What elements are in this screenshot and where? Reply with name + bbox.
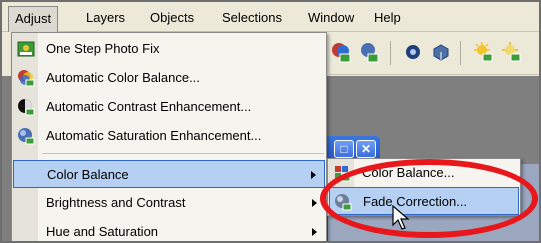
menu-selections-label: Selections bbox=[222, 10, 282, 25]
color-balance-tool-icon[interactable] bbox=[330, 41, 352, 63]
submenu-arrow-icon bbox=[312, 199, 317, 207]
menu-item-hue-and-saturation[interactable]: Hue and Saturation bbox=[13, 218, 325, 241]
toolbar-separator bbox=[460, 41, 461, 65]
menu-bar: Adjust Layers Objects Selections Window … bbox=[2, 2, 539, 32]
menu-item-label: Automatic Color Balance... bbox=[46, 70, 200, 85]
menu-layers[interactable]: Layers bbox=[80, 8, 131, 28]
menu-item-color-balance[interactable]: Color Balance bbox=[13, 160, 325, 188]
saturation-tool-icon[interactable] bbox=[358, 41, 380, 63]
menu-item-label: Brightness and Contrast bbox=[46, 195, 186, 210]
menu-window-label: Window bbox=[308, 10, 355, 25]
menu-item-label: Automatic Saturation Enhancement... bbox=[46, 128, 262, 143]
photo-fix-icon bbox=[17, 40, 35, 58]
adjust-menu: One Step Photo Fix Automatic Color Balan… bbox=[11, 32, 327, 241]
saturation-icon bbox=[17, 127, 35, 145]
menu-item-label: Automatic Contrast Enhancement... bbox=[46, 99, 252, 114]
menu-objects-label: Objects bbox=[150, 10, 195, 25]
menu-item-one-step-photo-fix[interactable]: One Step Photo Fix bbox=[13, 35, 325, 63]
menu-adjust-label: Adjust bbox=[15, 11, 52, 26]
menu-selections[interactable]: Selections bbox=[216, 8, 288, 28]
menu-item-automatic-contrast-enhancement[interactable]: Automatic Contrast Enhancement... bbox=[13, 93, 325, 121]
maximize-icon[interactable]: □ bbox=[334, 140, 354, 158]
menu-item-label: Hue and Saturation bbox=[46, 224, 159, 239]
menu-objects[interactable]: Objects bbox=[144, 8, 200, 28]
menu-item-automatic-saturation-enhancement[interactable]: Automatic Saturation Enhancement... bbox=[13, 122, 325, 150]
menu-item-brightness-and-contrast[interactable]: Brightness and Contrast bbox=[13, 189, 325, 217]
menu-help[interactable]: Help bbox=[368, 8, 407, 28]
menu-item-label: One Step Photo Fix bbox=[46, 41, 160, 56]
contrast-icon bbox=[17, 98, 35, 116]
toolbar bbox=[330, 33, 539, 75]
brightness-auto-tool-icon[interactable] bbox=[500, 41, 522, 63]
menu-window[interactable]: Window bbox=[302, 8, 360, 28]
brightness-tool-icon[interactable] bbox=[472, 41, 494, 63]
menu-item-label: Color Balance bbox=[47, 167, 129, 182]
menu-help-label: Help bbox=[374, 10, 401, 25]
cube-tool-icon[interactable] bbox=[430, 41, 452, 63]
mouse-pointer-icon bbox=[392, 204, 412, 231]
highlight-annotation-ellipse bbox=[320, 159, 538, 238]
menu-separator bbox=[42, 153, 324, 154]
submenu-arrow-icon bbox=[311, 171, 316, 179]
red-eye-tool-icon[interactable] bbox=[402, 41, 424, 63]
menu-item-automatic-color-balance[interactable]: Automatic Color Balance... bbox=[13, 64, 325, 92]
color-balance-icon bbox=[17, 69, 35, 87]
toolbar-separator bbox=[390, 41, 391, 65]
submenu-arrow-icon bbox=[312, 228, 317, 236]
menu-layers-label: Layers bbox=[86, 10, 126, 25]
menu-adjust[interactable]: Adjust bbox=[8, 6, 59, 32]
close-icon[interactable]: ✕ bbox=[356, 140, 376, 158]
app-window: Adjust Layers Objects Selections Window … bbox=[0, 0, 541, 243]
